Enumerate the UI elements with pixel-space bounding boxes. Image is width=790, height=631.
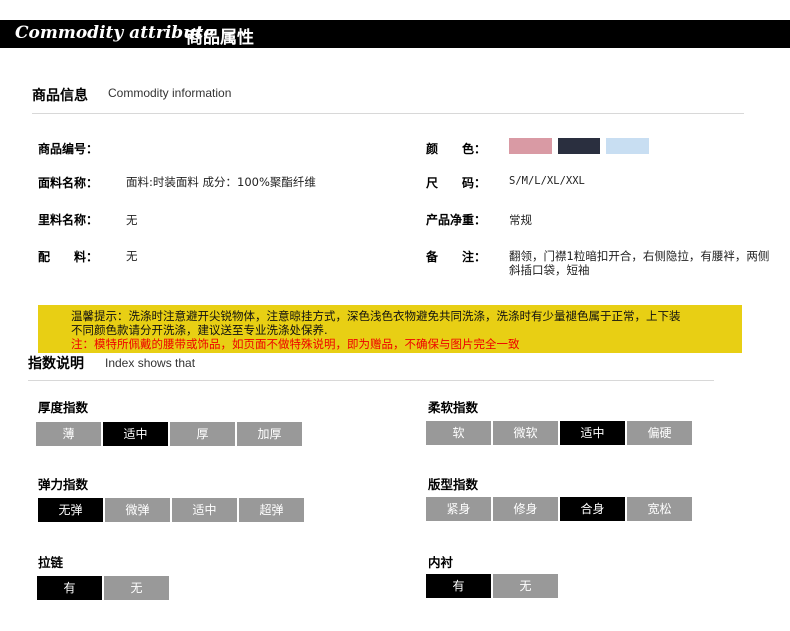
color-swatch <box>558 138 600 154</box>
index-divider <box>28 380 714 381</box>
size-label: 尺 码： <box>426 176 487 190</box>
size-value: S/M/L/XL/XXL <box>509 175 585 187</box>
fabric-value: 面料:时装面料 成分：100%聚酯纤维 <box>126 175 316 189</box>
softness-option: 适中 <box>560 421 625 445</box>
notice-line-3: 注：模特所佩戴的腰带或饰品，如页面不做特殊说明，即为赠品，不确保与图片完全一致 <box>71 337 520 351</box>
thickness-option: 适中 <box>103 422 168 446</box>
inner-option: 有 <box>426 574 491 598</box>
fit-option: 紧身 <box>426 497 491 521</box>
color-swatch <box>606 138 649 154</box>
zipper-option: 有 <box>37 576 102 600</box>
fit-option: 合身 <box>560 497 625 521</box>
thickness-scale: 薄适中厚加厚 <box>36 422 302 446</box>
elastic-title: 弹力指数 <box>38 477 89 492</box>
inner-scale: 有无 <box>426 574 558 598</box>
thickness-option: 厚 <box>170 422 235 446</box>
info-title: 商品信息 <box>32 88 88 104</box>
weight-label: 产品净重： <box>426 213 487 227</box>
zipper-option: 无 <box>104 576 169 600</box>
lining-label: 里料名称： <box>38 213 99 227</box>
softness-scale: 软微软 适中 偏硬 <box>426 421 692 445</box>
elastic-option: 微弹 <box>105 498 170 522</box>
fit-option: 宽松 <box>627 497 692 521</box>
thickness-option: 薄 <box>36 422 101 446</box>
info-subtitle: Commodity information <box>108 86 232 100</box>
thickness-title: 厚度指数 <box>38 400 89 415</box>
care-notice: 温馨提示：洗涤时注意避开尖锐物体，注意晾挂方式，深色浅色衣物避免共同洗涤，洗涤时… <box>38 305 742 353</box>
inner-option: 无 <box>493 574 558 598</box>
elastic-option: 超弹 <box>239 498 304 522</box>
softness-option: 软 <box>426 421 491 445</box>
fit-option: 修身 <box>493 497 558 521</box>
fit-title: 版型指数 <box>428 477 479 492</box>
index-title: 指数说明 <box>28 356 84 372</box>
thickness-option: 加厚 <box>237 422 302 446</box>
softness-option: 微软 <box>493 421 558 445</box>
color-swatch <box>509 138 552 154</box>
accessory-label: 配 料： <box>38 250 99 264</box>
softness-option: 偏硬 <box>627 421 692 445</box>
elastic-option: 无弹 <box>38 498 103 522</box>
fabric-label: 面料名称： <box>38 176 99 190</box>
item-no-label: 商品编号： <box>38 142 99 156</box>
fit-scale: 紧身 修身 合身 宽松 <box>426 497 692 521</box>
note-label: 备 注： <box>426 250 487 264</box>
zipper-scale: 有无 <box>37 576 169 600</box>
banner-title-en: Commodity attribute <box>15 23 215 43</box>
index-subtitle: Index shows that <box>105 356 196 370</box>
softness-title: 柔软指数 <box>428 400 479 415</box>
banner: Commodity attribute 商品属性 <box>0 20 790 48</box>
color-label: 颜 色： <box>426 142 487 156</box>
zipper-title: 拉链 <box>38 555 64 570</box>
inner-title: 内衬 <box>428 555 454 570</box>
elastic-option: 适中 <box>172 498 237 522</box>
info-divider <box>32 113 744 114</box>
lining-value: 无 <box>126 213 138 227</box>
weight-value: 常规 <box>509 213 532 227</box>
accessory-value: 无 <box>126 249 138 263</box>
elastic-scale: 无弹 微弹 适中 超弹 <box>38 498 304 522</box>
note-value-line2: 斜插口袋，短袖 <box>509 263 590 277</box>
banner-title-cn: 商品属性 <box>186 28 254 48</box>
